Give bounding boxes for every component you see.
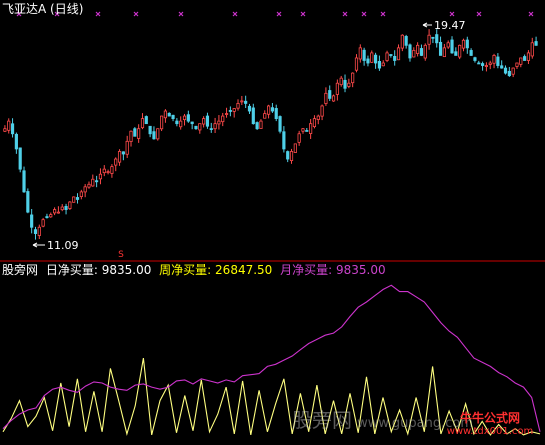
stock-name: 飞亚达A bbox=[2, 2, 47, 16]
candlestick bbox=[255, 121, 259, 130]
candlestick bbox=[18, 147, 22, 173]
monthly-value: 9835.00 bbox=[336, 263, 386, 277]
chart-canvas: 19.47 11.09 S bbox=[0, 0, 545, 445]
candlestick bbox=[26, 188, 30, 214]
stamp-watermark-url: www.tdx001.com bbox=[446, 426, 534, 437]
daily-value: 9835.00 bbox=[101, 263, 152, 277]
site-watermark-cn: 股旁网 bbox=[292, 408, 352, 432]
high-label: 19.47 bbox=[434, 19, 466, 32]
candlestick bbox=[41, 217, 45, 228]
candlestick bbox=[160, 115, 164, 132]
sell-marker: S bbox=[118, 250, 124, 260]
candlestick bbox=[423, 43, 427, 61]
monthly-label: 月净买量: bbox=[280, 263, 333, 277]
weekly-label: 周净买量: bbox=[159, 263, 212, 277]
candlestick bbox=[133, 127, 137, 137]
period-label: (日线) bbox=[50, 2, 84, 16]
candlestick bbox=[156, 128, 160, 141]
candlestick bbox=[331, 94, 336, 102]
chart-background bbox=[0, 0, 545, 445]
candlestick bbox=[458, 44, 462, 60]
stamp-watermark: 牛牛公式网 www.tdx001.com bbox=[440, 412, 540, 438]
daily-label: 日净买量: bbox=[45, 263, 98, 277]
chart-title: 飞亚达A (日线) bbox=[2, 2, 83, 16]
candlestick bbox=[72, 196, 76, 203]
indicator-title: 股旁网 日净买量: 9835.00 周净买量: 26847.50 月净买量: 9… bbox=[2, 263, 386, 277]
candlestick bbox=[22, 166, 26, 193]
candlestick bbox=[144, 115, 148, 125]
low-label: 11.09 bbox=[47, 239, 79, 252]
indicator-name: 股旁网 bbox=[2, 263, 39, 277]
candlestick bbox=[278, 115, 282, 134]
candlestick bbox=[293, 143, 297, 153]
candlestick bbox=[68, 201, 72, 211]
stamp-watermark-cn: 牛牛公式网 bbox=[459, 411, 520, 425]
weekly-value: 26847.50 bbox=[215, 263, 273, 277]
